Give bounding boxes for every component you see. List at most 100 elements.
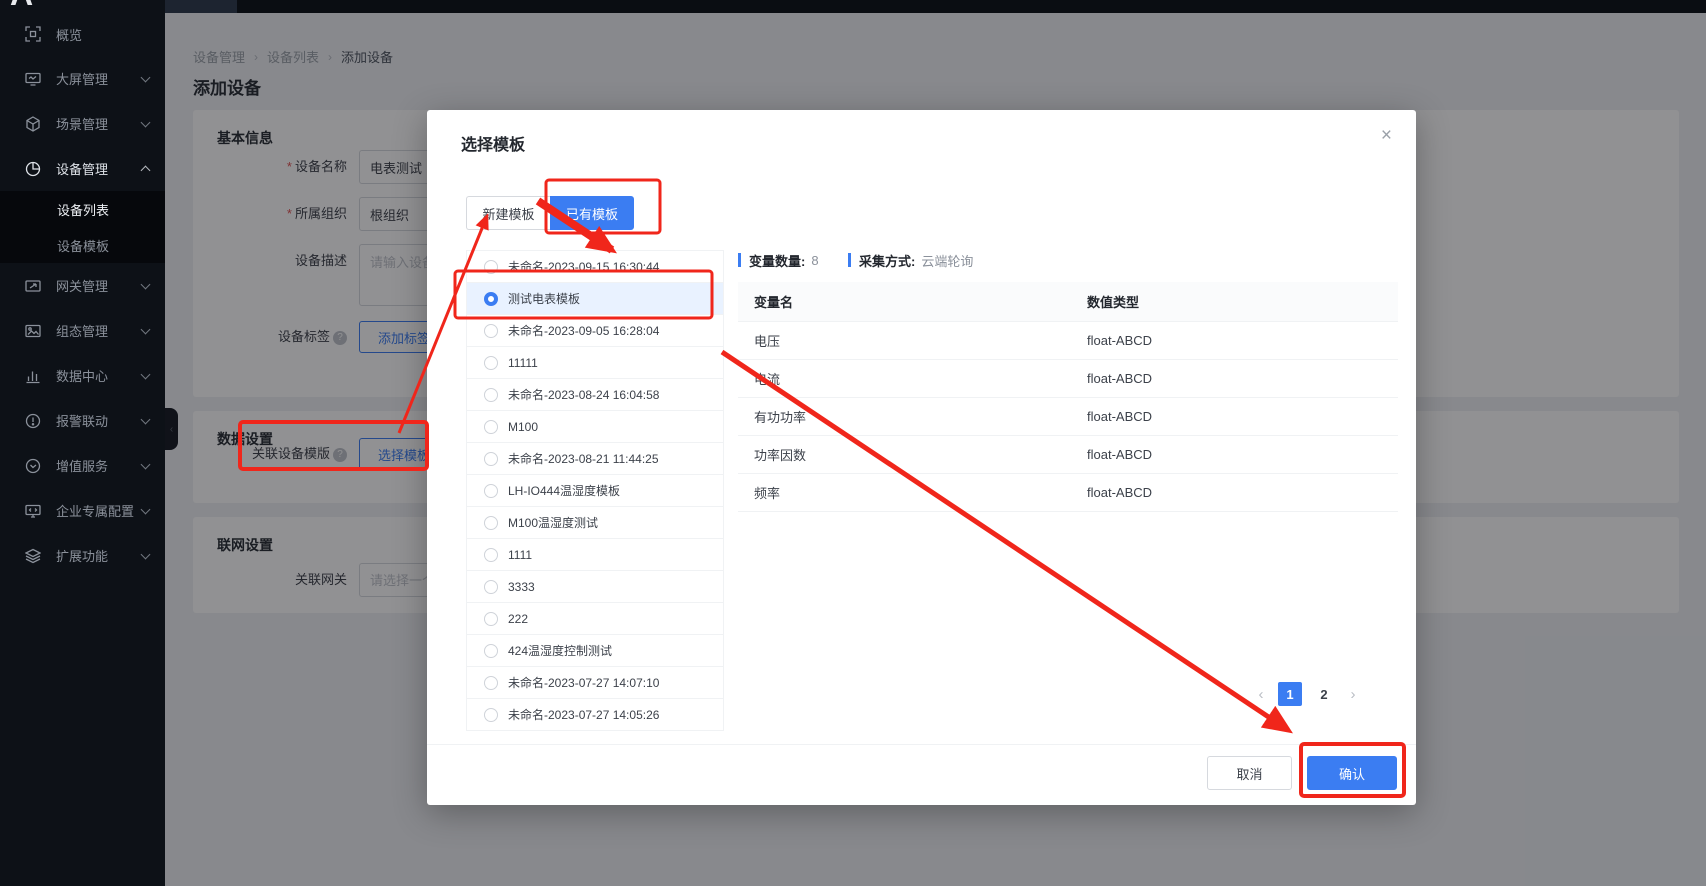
sidebar-item-alarm-linkage[interactable]: 报警联动 [0, 398, 165, 443]
scene-cube-icon [24, 115, 41, 132]
sidebar-item-label: 企业专属配置 [56, 501, 142, 520]
col-value-type: 数值类型 [1087, 292, 1398, 311]
tab-existing-template[interactable]: 已有模板 [550, 196, 634, 230]
sidebar-item-scene-mgmt[interactable]: 场景管理 [0, 101, 165, 146]
sidebar-item-label: 设备管理 [56, 159, 142, 178]
template-list-item[interactable]: 未命名-2023-09-05 16:28:04 [467, 315, 723, 347]
radio-icon[interactable] [484, 708, 498, 722]
template-list-item[interactable]: 未命名-2023-08-24 16:04:58 [467, 379, 723, 411]
chevron-up-icon [141, 166, 151, 176]
device-pie-icon [24, 160, 41, 177]
alarm-icon [24, 412, 41, 429]
template-list-item[interactable]: 未命名-2023-07-27 14:07:10 [467, 667, 723, 699]
chevron-down-icon [141, 504, 151, 514]
collect-mode-info: 采集方式: 云端轮询 [848, 252, 973, 268]
radio-icon[interactable] [484, 420, 498, 434]
page-prev-icon[interactable]: ‹ [1254, 686, 1268, 703]
sidebar-item-enterprise-config[interactable]: 企业专属配置 [0, 488, 165, 533]
template-list-item[interactable]: 424温湿度控制测试 [467, 635, 723, 667]
template-list-item[interactable]: 11111 [467, 347, 723, 379]
sidebar-item-device-template[interactable]: 设备模板 [0, 227, 165, 263]
sidebar-item-label: 场景管理 [56, 114, 142, 133]
radio-icon[interactable] [484, 356, 498, 370]
radio-icon[interactable] [484, 388, 498, 402]
template-list-item-selected[interactable]: 测试电表模板 [467, 283, 723, 315]
chevron-down-icon [141, 279, 151, 289]
variable-count-value: 8 [811, 253, 818, 268]
template-list-item[interactable]: 3333 [467, 571, 723, 603]
page-button-2[interactable]: 2 [1312, 682, 1336, 706]
radio-icon[interactable] [484, 580, 498, 594]
sidebar-item-extend-functions[interactable]: 扩展功能 [0, 533, 165, 578]
radio-icon[interactable] [484, 484, 498, 498]
sidebar-item-label: 组态管理 [56, 321, 142, 340]
close-icon[interactable]: × [1381, 126, 1392, 145]
topbar [0, 0, 1706, 13]
sidebar-item-label: 数据中心 [56, 366, 142, 385]
modal-title: 选择模板 [461, 131, 525, 155]
clock-icon [24, 457, 41, 474]
device-mgmt-submenu: 设备列表 设备模板 [0, 191, 165, 263]
radio-icon[interactable] [484, 452, 498, 466]
radio-icon[interactable] [484, 612, 498, 626]
sidebar-item-device-list[interactable]: 设备列表 [0, 191, 165, 227]
confirm-button[interactable]: 确认 [1307, 756, 1397, 790]
table-row: 功率因数 float-ABCD [738, 436, 1398, 474]
select-template-modal: 选择模板 × 新建模板 已有模板 未命名-2023-09-15 16:30:44… [427, 110, 1416, 805]
template-list: 未命名-2023-09-15 16:30:44 测试电表模板 未命名-2023-… [466, 250, 724, 731]
radio-icon[interactable] [484, 516, 498, 530]
sidebar-item-label: 增值服务 [56, 456, 142, 475]
radio-checked-icon[interactable] [484, 292, 498, 306]
sidebar-subitem-label: 设备模板 [57, 236, 109, 255]
sidebar-item-device-mgmt[interactable]: 设备管理 [0, 146, 165, 191]
topbar-tab [165, 0, 237, 13]
variable-count-info: 变量数量: 8 [738, 252, 819, 268]
sidebar-item-label: 大屏管理 [56, 69, 142, 88]
table-row: 有功功率 float-ABCD [738, 398, 1398, 436]
blue-bar-icon [848, 253, 851, 267]
col-variable-name: 变量名 [738, 292, 1087, 311]
radio-icon[interactable] [484, 644, 498, 658]
template-list-item[interactable]: 1111 [467, 539, 723, 571]
radio-icon[interactable] [484, 548, 498, 562]
bar-chart-icon [24, 367, 41, 384]
table-row: 电流 float-ABCD [738, 360, 1398, 398]
table-row: 频率 float-ABCD [738, 474, 1398, 512]
big-screen-icon [24, 70, 41, 87]
template-list-item[interactable]: 未命名-2023-09-15 16:30:44 [467, 251, 723, 283]
sidebar-item-screen-mgmt[interactable]: 大屏管理 [0, 56, 165, 101]
chevron-down-icon [141, 324, 151, 334]
sidebar-item-label: 扩展功能 [56, 546, 142, 565]
template-list-item[interactable]: 未命名-2023-07-27 14:05:26 [467, 699, 723, 731]
sidebar-item-gateway-mgmt[interactable]: 网关管理 [0, 263, 165, 308]
template-list-item[interactable]: 未命名-2023-08-21 11:44:25 [467, 443, 723, 475]
tab-new-template[interactable]: 新建模板 [466, 196, 550, 230]
sidebar-item-overview[interactable]: 概览 [0, 12, 165, 56]
sidebar-item-data-center[interactable]: 数据中心 [0, 353, 165, 398]
gateway-icon [24, 277, 41, 294]
template-list-item[interactable]: M100 [467, 411, 723, 443]
sidebar-menu: 概览 大屏管理 场景管理 设备管理 设备列表 [0, 12, 165, 578]
template-list-item[interactable]: M100温湿度测试 [467, 507, 723, 539]
overview-icon [24, 26, 41, 43]
sidebar-item-value-added[interactable]: 增值服务 [0, 443, 165, 488]
chevron-down-icon [141, 459, 151, 469]
radio-icon[interactable] [484, 324, 498, 338]
sidebar-item-config-mgmt[interactable]: 组态管理 [0, 308, 165, 353]
radio-icon[interactable] [484, 260, 498, 274]
page-next-icon[interactable]: › [1346, 686, 1360, 703]
sidebar-item-label: 报警联动 [56, 411, 142, 430]
footer-divider [427, 744, 1416, 745]
table-row: 电压 float-ABCD [738, 322, 1398, 360]
variable-table: 变量名 数值类型 电压 float-ABCD 电流 float-ABCD 有功功… [738, 282, 1398, 512]
radio-icon[interactable] [484, 676, 498, 690]
cancel-button[interactable]: 取消 [1207, 756, 1292, 790]
collect-mode-value: 云端轮询 [921, 251, 973, 270]
chevron-down-icon [141, 369, 151, 379]
scada-image-icon [24, 322, 41, 339]
template-list-item[interactable]: 222 [467, 603, 723, 635]
sidebar-item-label: 网关管理 [56, 276, 142, 295]
chevron-down-icon [141, 549, 151, 559]
page-button-1[interactable]: 1 [1278, 682, 1302, 706]
template-list-item[interactable]: LH-IO444温湿度模板 [467, 475, 723, 507]
